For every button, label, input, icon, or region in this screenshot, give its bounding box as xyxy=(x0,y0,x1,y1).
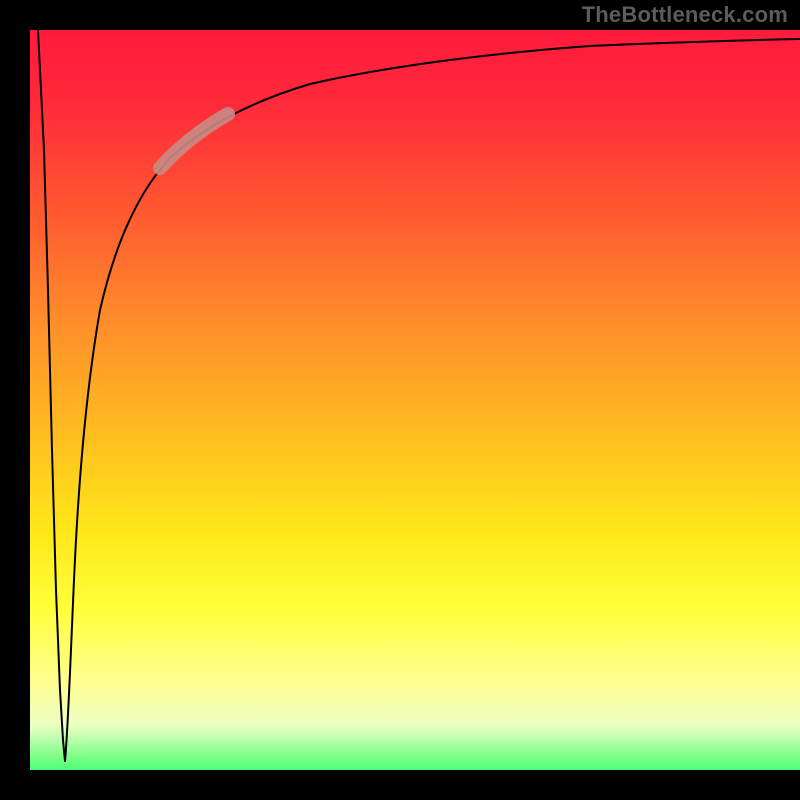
highlight-segment xyxy=(160,114,228,168)
chart-stage: TheBottleneck.com xyxy=(0,0,800,800)
curve-layer xyxy=(30,30,800,770)
plot-area xyxy=(30,30,800,770)
watermark-text: TheBottleneck.com xyxy=(582,2,788,28)
left-descent-curve xyxy=(38,30,65,761)
